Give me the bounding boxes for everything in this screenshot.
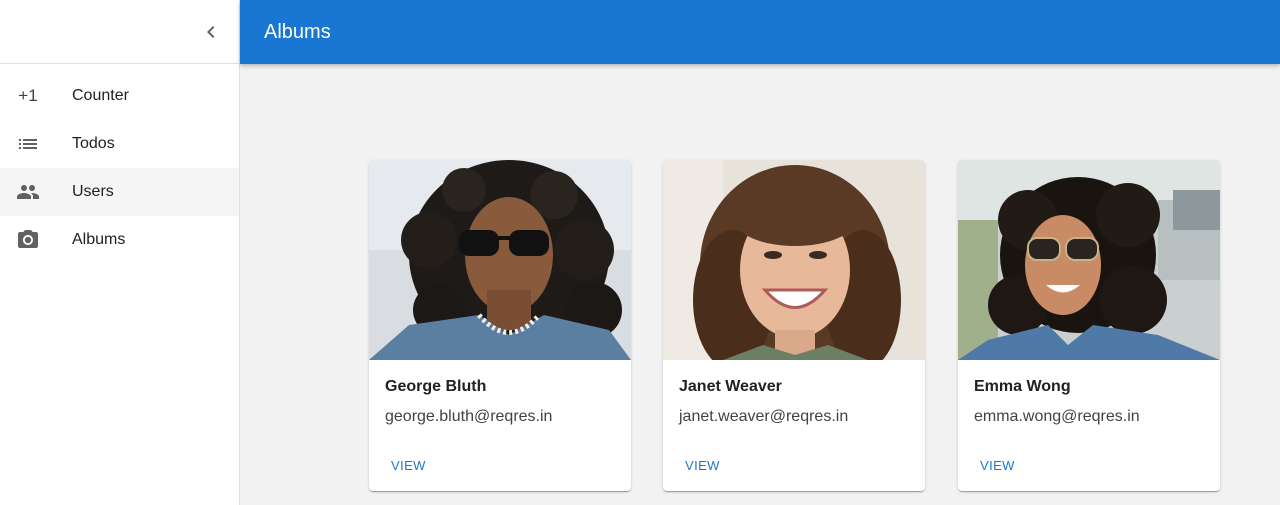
user-photo — [958, 160, 1220, 360]
drawer-header — [0, 0, 239, 64]
people-icon — [16, 180, 40, 204]
view-button[interactable]: VIEW — [677, 452, 728, 479]
nav-item-todos[interactable]: Todos — [0, 120, 239, 168]
plus-one-icon: +1 — [18, 86, 38, 105]
user-email: emma.wong@reqres.in — [974, 408, 1140, 425]
camera-icon — [16, 228, 40, 252]
list-icon — [16, 132, 40, 156]
collapse-drawer-button[interactable] — [195, 16, 227, 48]
user-photo — [663, 160, 925, 360]
nav-item-label: Counter — [72, 87, 129, 104]
app-root: +1 Counter Todos Users Albums Albums Geo… — [0, 0, 1280, 505]
nav-item-label: Albums — [72, 231, 126, 248]
view-button[interactable]: VIEW — [972, 452, 1023, 479]
nav-item-albums[interactable]: Albums — [0, 216, 239, 264]
user-card: Janet Weaver janet.weaver@reqres.in VIEW — [663, 160, 925, 491]
user-card: George Bluth george.bluth@reqres.in VIEW — [369, 160, 631, 491]
nav-item-label: Users — [72, 183, 114, 200]
chevron-left-icon — [207, 26, 215, 38]
app-bar: Albums — [240, 0, 1280, 64]
nav-item-users[interactable]: Users — [0, 168, 239, 216]
view-button[interactable]: VIEW — [383, 452, 434, 479]
user-card: Emma Wong emma.wong@reqres.in VIEW — [958, 160, 1220, 491]
user-name: George Bluth — [385, 378, 487, 395]
navigation-drawer: +1 Counter Todos Users Albums — [0, 0, 240, 505]
user-email: janet.weaver@reqres.in — [679, 408, 849, 425]
user-name: Emma Wong — [974, 378, 1071, 395]
user-name: Janet Weaver — [679, 378, 782, 395]
user-email: george.bluth@reqres.in — [385, 408, 553, 425]
drawer-nav: +1 Counter Todos Users Albums — [0, 64, 239, 264]
user-photo — [369, 160, 631, 360]
nav-item-label: Todos — [72, 135, 115, 152]
nav-item-counter[interactable]: +1 Counter — [0, 72, 239, 120]
page-title: Albums — [264, 20, 331, 43]
